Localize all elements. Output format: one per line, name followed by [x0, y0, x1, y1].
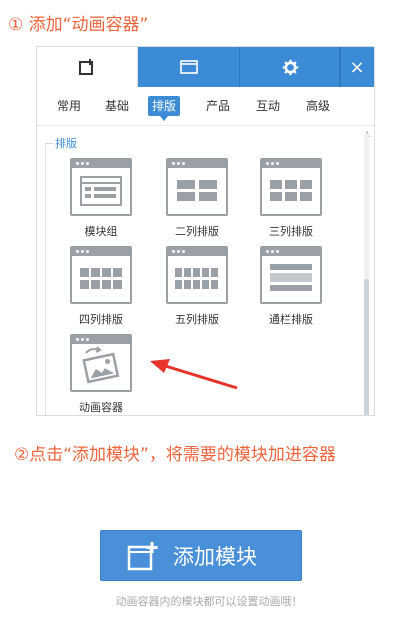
step1-instruction: ① 添加“动画容器”: [8, 15, 149, 35]
five-column-icon: [175, 268, 218, 289]
tab-interactive[interactable]: 互动: [252, 96, 284, 116]
tile-module-group[interactable]: [70, 158, 132, 216]
gear-icon: [282, 59, 298, 75]
add-module-icon: [127, 541, 158, 570]
tile-label: 二列排版: [175, 225, 219, 238]
tile-four-column[interactable]: [70, 246, 132, 304]
banner-layout-icon: [270, 264, 312, 291]
tab-settings[interactable]: [240, 47, 341, 87]
tile-animation-container[interactable]: [70, 334, 132, 392]
section-title: 排版: [55, 137, 77, 150]
add-module-button[interactable]: 添加模块: [100, 530, 302, 581]
four-column-icon: [80, 268, 122, 289]
tile-label: 三列排版: [269, 225, 313, 238]
tab-product[interactable]: 产品: [202, 96, 234, 116]
animation-container-icon: [82, 346, 120, 384]
tab-advanced[interactable]: 高级: [302, 96, 334, 116]
close-icon: ×: [349, 56, 365, 78]
tab-basic[interactable]: 基础: [101, 96, 133, 116]
section-divider: [45, 143, 53, 144]
add-module-label: 添加模块: [173, 544, 257, 569]
three-column-icon: [270, 180, 312, 201]
tile-three-column[interactable]: [260, 158, 322, 216]
module-group-icon: [80, 176, 122, 206]
tile-label: 通栏排版: [269, 313, 313, 326]
step2-instruction: ②点击“添加模块”，将需要的模块加进容器: [14, 445, 336, 465]
tab-add-module[interactable]: [37, 47, 138, 87]
hint-text: 动画容器内的模块都可以设置动画哦！: [115, 595, 303, 608]
close-button[interactable]: ×: [339, 47, 374, 87]
tab-common[interactable]: 常用: [53, 96, 85, 116]
scrollbar-thumb[interactable]: [364, 279, 369, 415]
panel-top-tabs: ×: [37, 47, 374, 87]
tile-five-column[interactable]: [166, 246, 228, 304]
add-module-icon: [79, 59, 93, 75]
tab-layout[interactable]: 排版: [148, 96, 181, 121]
pointer-arrow-icon: [150, 359, 238, 390]
tile-label: 四列排版: [79, 313, 123, 326]
two-column-icon: [177, 180, 217, 201]
tile-banner-layout[interactable]: [260, 246, 322, 304]
tile-label: 五列排版: [175, 313, 219, 326]
category-tabs: 常用 基础 排版 产品 互动 高级: [37, 87, 374, 126]
tab-window[interactable]: [138, 47, 240, 87]
tile-label: 模块组: [84, 225, 118, 238]
tile-two-column[interactable]: [166, 158, 228, 216]
window-icon: [179, 60, 198, 74]
tile-label: 动画容器: [79, 401, 123, 414]
